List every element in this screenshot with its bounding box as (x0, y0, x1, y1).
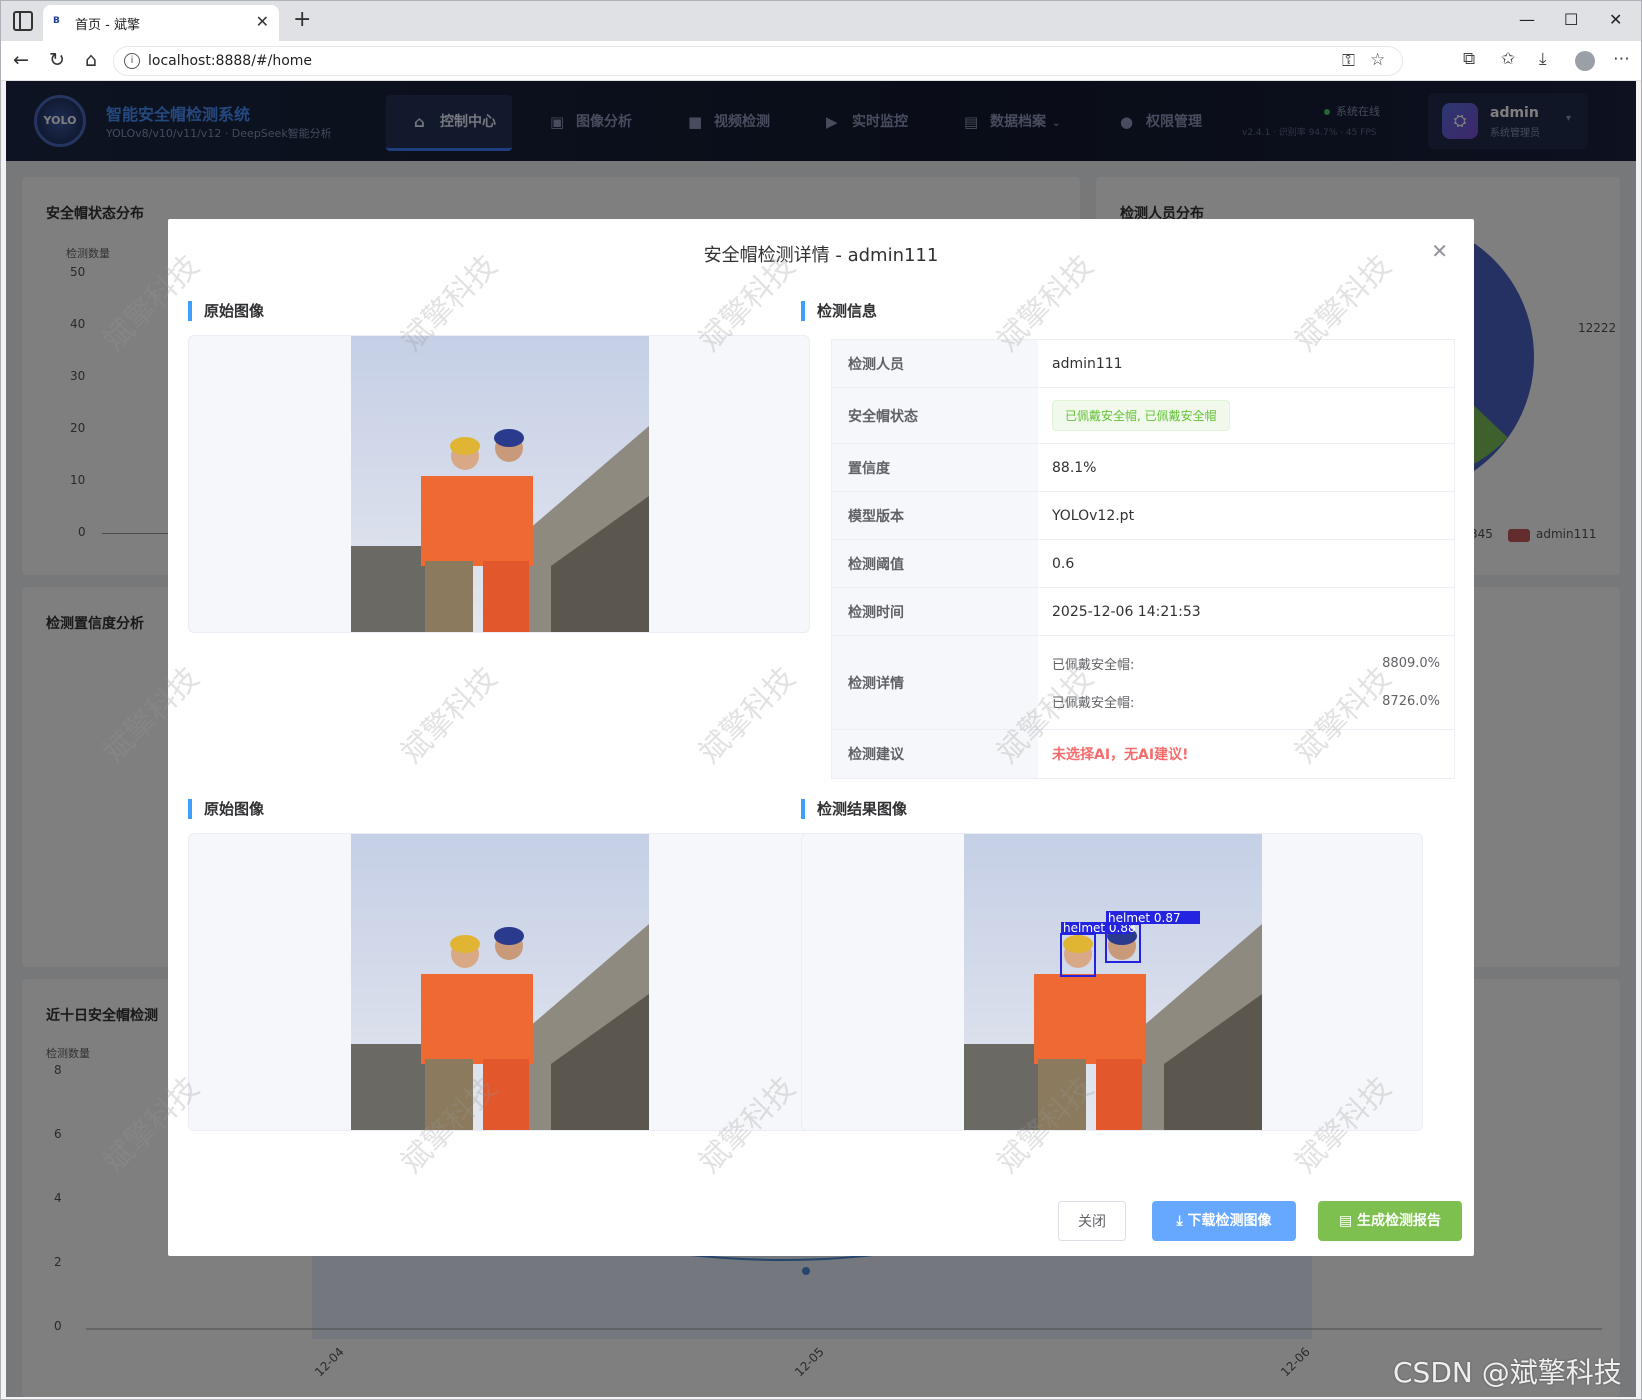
detection-info-table: 检测人员 admin111 安全帽状态 已佩戴安全帽, 已佩戴安全帽 置信度 8… (831, 339, 1455, 779)
profile-icon[interactable] (1575, 51, 1595, 71)
info-value: 2025-12-06 14:21:53 (1052, 603, 1201, 620)
result-image-box: helmet 0.88 helmet 0.87 (801, 833, 1423, 1131)
section-title-result: 检测结果图像 (801, 799, 907, 819)
dialog-title: 安全帽检测详情 - admin111 (703, 245, 939, 266)
info-row-details: 检测详情 已佩戴安全帽: 8809.0% 已佩戴安全帽: 8726.0% (832, 636, 1454, 730)
info-key: 检测阈值 (832, 540, 1038, 587)
list-item: 已佩戴安全帽: 8726.0% (1052, 694, 1440, 711)
info-value: admin111 (1052, 355, 1123, 372)
close-button[interactable]: 关闭 (1058, 1201, 1126, 1241)
section-title-original: 原始图像 (188, 301, 264, 321)
info-key: 安全帽状态 (832, 388, 1038, 443)
section-title-info: 检测信息 (801, 301, 877, 321)
back-icon[interactable]: ← (13, 49, 29, 71)
info-key: 置信度 (832, 444, 1038, 491)
tab-close-icon[interactable]: ✕ (256, 12, 269, 31)
info-value: YOLOv12.pt (1052, 507, 1135, 524)
minimize-icon[interactable]: — (1519, 10, 1535, 29)
info-key: 检测人员 (832, 340, 1038, 387)
detail-list: 已佩戴安全帽: 8809.0% 已佩戴安全帽: 8726.0% (1052, 645, 1454, 721)
more-icon[interactable]: ⋯ (1613, 49, 1630, 69)
new-tab-icon[interactable]: + (293, 7, 311, 32)
document-icon: ▤ (1338, 1213, 1358, 1229)
info-row-model: 模型版本 YOLOv12.pt (832, 492, 1454, 540)
info-value: 88.1% (1052, 459, 1097, 476)
tab-strip: B 首页 - 斌擎 ✕ + — ☐ ✕ (1, 1, 1641, 41)
original-image (351, 834, 649, 1130)
favorites-icon[interactable]: ✩ (1501, 49, 1515, 69)
info-row-status: 安全帽状态 已佩戴安全帽, 已佩戴安全帽 (832, 388, 1454, 444)
info-row-advice: 检测建议 未选择AI，无AI建议! (832, 730, 1454, 778)
info-key: 检测时间 (832, 588, 1038, 635)
maximize-icon[interactable]: ☐ (1564, 10, 1578, 29)
worker-photo-annotated: helmet 0.88 helmet 0.87 (964, 834, 1262, 1130)
url-text: localhost:8888/#/home (148, 53, 313, 69)
info-row-time: 检测时间 2025-12-06 14:21:53 (832, 588, 1454, 636)
reload-icon[interactable]: ↻ (49, 49, 65, 71)
favicon-icon: B (53, 16, 60, 26)
status-badge: 已佩戴安全帽, 已佩戴安全帽 (1052, 400, 1230, 431)
original-image-box (188, 335, 810, 633)
footer-watermark: CSDN @斌擎科技 (1393, 1356, 1622, 1389)
key-icon[interactable]: ⚿ (1342, 51, 1355, 71)
home-icon[interactable]: ⌂ (85, 49, 97, 71)
section-title-original-2: 原始图像 (188, 799, 264, 819)
generate-report-button[interactable]: ▤ 生成检测报告 (1318, 1201, 1462, 1241)
advice-text: 未选择AI，无AI建议! (1052, 747, 1189, 763)
worker-photo (351, 336, 649, 632)
result-image: helmet 0.88 helmet 0.87 (964, 834, 1262, 1130)
info-key: 检测详情 (832, 636, 1038, 729)
site-info-icon[interactable]: i (124, 53, 140, 69)
sidebar-toggle-icon[interactable] (13, 11, 33, 31)
download-image-button[interactable]: ⤓ 下载检测图像 (1152, 1201, 1296, 1241)
original-image-box-2 (188, 833, 810, 1131)
info-row-threshold: 检测阈值 0.6 (832, 540, 1454, 588)
browser-window: B 首页 - 斌擎 ✕ + — ☐ ✕ ← ↻ ⌂ i localhost:88… (0, 0, 1642, 1400)
download-icon: ⤓ (1176, 1213, 1188, 1229)
tab-title: 首页 - 斌擎 (75, 18, 140, 33)
detection-detail-dialog: 安全帽检测详情 - admin111 ✕ 原始图像 检测信息 检测人员 admi… (168, 219, 1474, 1256)
star-icon[interactable]: ☆ (1370, 50, 1385, 70)
window-close-icon[interactable]: ✕ (1609, 10, 1622, 29)
original-image (351, 336, 649, 632)
worker-photo (351, 834, 649, 1130)
browser-toolbar: ← ↻ ⌂ i localhost:8888/#/home ⚿ ☆ ⧉ ✩ ⤓ … (1, 41, 1641, 81)
browser-tab[interactable]: B 首页 - 斌擎 ✕ (43, 5, 279, 41)
app-viewport: YOLO 智能安全帽检测系统 YOLOv8/v10/v11/v12 · Deep… (6, 81, 1636, 1397)
info-row-confidence: 置信度 88.1% (832, 444, 1454, 492)
list-item: 已佩戴安全帽: 8809.0% (1052, 656, 1440, 673)
info-key: 检测建议 (832, 730, 1038, 778)
address-bar[interactable]: i localhost:8888/#/home ⚿ ☆ (113, 46, 1403, 76)
info-key: 模型版本 (832, 492, 1038, 539)
close-icon[interactable]: ✕ (1431, 239, 1448, 263)
extensions-icon[interactable]: ⧉ (1463, 49, 1475, 69)
info-value: 0.6 (1052, 555, 1075, 572)
download-icon[interactable]: ⤓ (1539, 49, 1547, 69)
bbox-label: helmet 0.87 (1108, 911, 1181, 925)
info-row-person: 检测人员 admin111 (832, 340, 1454, 388)
